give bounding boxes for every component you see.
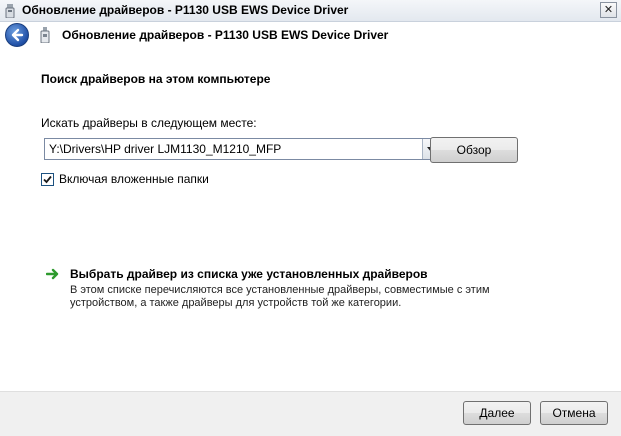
cancel-button[interactable]: Отмена <box>540 401 608 425</box>
next-button[interactable]: Далее <box>463 401 531 425</box>
search-location-label: Искать драйверы в следующем месте: <box>41 116 257 130</box>
search-path-combobox[interactable]: Y:\Drivers\HP driver LJM1130_M1210_MFP <box>44 138 439 160</box>
search-path-value[interactable]: Y:\Drivers\HP driver LJM1130_M1210_MFP <box>49 142 281 156</box>
include-subfolders-label[interactable]: Включая вложенные папки <box>59 172 209 186</box>
browse-button[interactable]: Обзор <box>430 137 518 163</box>
green-arrow-icon <box>45 268 60 283</box>
device-driver-icon <box>4 4 16 19</box>
usb-device-icon <box>40 27 50 44</box>
close-button[interactable]: ✕ <box>600 2 617 18</box>
checkmark-icon <box>43 175 52 184</box>
pick-from-list-description: В этом списке перечисляются все установл… <box>70 284 490 309</box>
include-subfolders-checkbox[interactable] <box>41 173 54 186</box>
wizard-header: Обновление драйверов - P1130 USB EWS Dev… <box>0 22 621 48</box>
back-button[interactable] <box>5 23 29 47</box>
pick-from-list-link[interactable]: Выбрать драйвер из списка уже установлен… <box>45 266 516 312</box>
back-arrow-icon <box>11 28 24 42</box>
pick-from-list-title[interactable]: Выбрать драйвер из списка уже установлен… <box>70 267 428 281</box>
title-bar: Обновление драйверов - P1130 USB EWS Dev… <box>0 0 621 22</box>
wizard-content: Поиск драйверов на этом компьютере Искат… <box>21 50 615 390</box>
window-title: Обновление драйверов - P1130 USB EWS Dev… <box>22 3 349 17</box>
button-bar: Далее Отмена <box>0 391 621 436</box>
wizard-heading: Обновление драйверов - P1130 USB EWS Dev… <box>62 28 389 42</box>
page-title: Поиск драйверов на этом компьютере <box>41 72 271 86</box>
